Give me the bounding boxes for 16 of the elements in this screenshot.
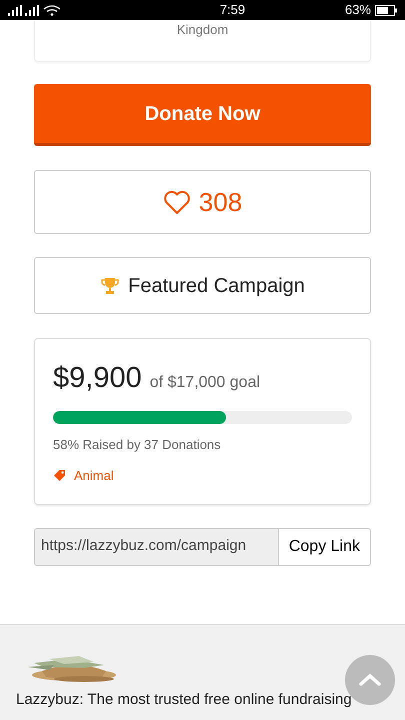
clock-time: 7:59 xyxy=(220,1,246,20)
chevron-up-icon xyxy=(359,673,381,686)
heart-icon xyxy=(162,190,191,214)
goal-text: of $17,000 goal xyxy=(150,373,260,393)
trophy-icon xyxy=(100,276,120,294)
tag-icon xyxy=(53,469,66,482)
copy-link-button[interactable]: Copy Link xyxy=(278,528,371,566)
location-text: Kingdom xyxy=(176,22,228,37)
footer-text: Lazzybuz: The most trusted free online fundraising xyxy=(16,690,353,708)
signal-icon xyxy=(8,4,60,16)
battery-icon xyxy=(375,4,397,16)
featured-campaign-button[interactable]: Featured Campaign xyxy=(34,257,371,314)
campaign-url-field[interactable]: https://lazzybuz.com/campaign xyxy=(34,528,279,566)
raised-amount: $9,900 xyxy=(53,361,142,396)
donation-summary: 58% Raised by 37 Donations xyxy=(53,436,222,454)
battery-level: 63% xyxy=(344,1,371,20)
